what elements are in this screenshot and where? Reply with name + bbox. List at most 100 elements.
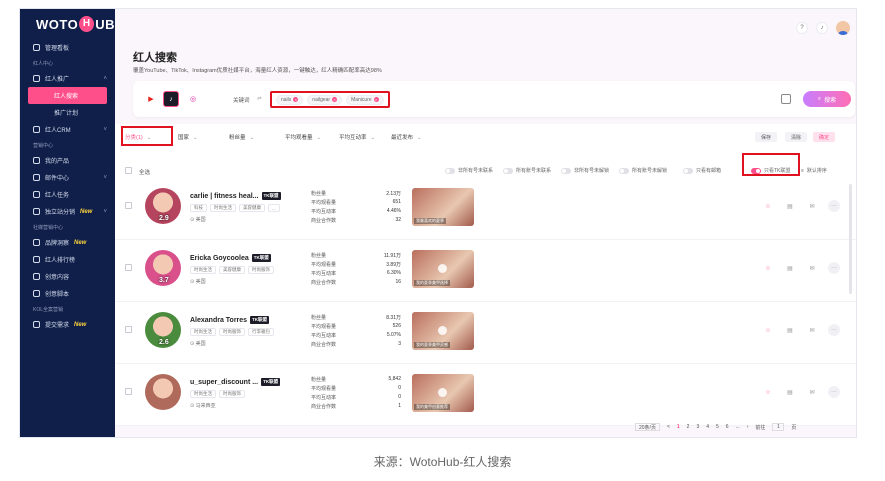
filter-dropdown[interactable]: 粉丝量 ⌄: [229, 133, 254, 141]
keyword-tag[interactable]: nails ×: [276, 94, 304, 105]
favorite-star-icon[interactable]: ☆: [762, 262, 774, 274]
page-number[interactable]: 1: [677, 424, 680, 430]
wotohub-logo[interactable]: WOTO H UB: [20, 9, 115, 39]
influencer-name[interactable]: carlie | fitness heal... TK联盟: [190, 192, 281, 200]
save-button[interactable]: 保存: [755, 132, 778, 142]
avatar[interactable]: [836, 21, 850, 35]
youtube-icon[interactable]: ▶: [143, 91, 159, 107]
sidebar-item[interactable]: 邮件中心 ˅: [20, 169, 115, 186]
mail-icon[interactable]: ✉: [806, 386, 818, 398]
mail-icon[interactable]: ✉: [806, 262, 818, 274]
filter-dropdown[interactable]: 平均互动率 ⌄: [339, 133, 375, 141]
goto-page-input[interactable]: 1: [772, 423, 785, 431]
sidebar-item[interactable]: 创意内容: [20, 268, 115, 285]
note-icon[interactable]: ▤: [784, 200, 796, 212]
sidebar-item[interactable]: 品牌洞察 New: [20, 234, 115, 251]
table-row[interactable]: 2.6 Alexandra Torres TK联盟 时尚生活 时尚服饰 行李箱包 ⊙ 美国 粉…: [115, 302, 856, 364]
row-checkbox[interactable]: [125, 202, 132, 209]
calendar-icon[interactable]: [781, 94, 791, 104]
confirm-button[interactable]: 确定: [813, 132, 836, 142]
sidebar-item[interactable]: 红人排行榜: [20, 251, 115, 268]
favorite-star-icon[interactable]: ☆: [762, 324, 774, 336]
bell-icon[interactable]: ♪: [816, 22, 828, 34]
filter-toggle[interactable]: ≡ 默认排序: [801, 167, 827, 175]
row-checkbox[interactable]: [125, 388, 132, 395]
filter-dropdown[interactable]: 平均观看量 ⌄: [285, 133, 321, 141]
page-number[interactable]: 6: [726, 424, 729, 430]
page-subtitle: 覆盖YouTube、TikTok、Instagram优质社媒平台，海量红人资源，…: [133, 68, 382, 74]
tiktok-icon[interactable]: ♪: [163, 91, 179, 107]
swap-icon[interactable]: ⇌: [257, 96, 262, 102]
filter-toggle[interactable]: 非所有号未联系: [445, 167, 493, 174]
page-number[interactable]: ›: [747, 424, 749, 430]
toggle-switch[interactable]: [683, 167, 693, 174]
note-icon[interactable]: ▤: [784, 324, 796, 336]
note-icon[interactable]: ▤: [784, 262, 796, 274]
sidebar-item[interactable]: 独立站分销 New ˅: [20, 203, 115, 220]
search-button[interactable]: ⌕ 搜索: [803, 91, 851, 107]
instagram-icon[interactable]: ◎: [185, 91, 201, 107]
close-icon[interactable]: ×: [373, 97, 379, 102]
sidebar-item[interactable]: 管理看板: [20, 39, 115, 56]
page-number[interactable]: ...: [736, 424, 740, 430]
close-icon[interactable]: ×: [293, 97, 299, 102]
page-number[interactable]: 4: [706, 424, 709, 430]
sidebar-item[interactable]: 红人CRM ˅: [20, 121, 115, 138]
page-number[interactable]: 3: [696, 424, 699, 430]
toggle-switch[interactable]: [619, 167, 629, 174]
sidebar-item[interactable]: 我的产品: [20, 152, 115, 169]
influencer-country: ⊙ 美国: [190, 216, 206, 223]
video-thumbnail[interactable]: 我的夏季美甲灵感: [412, 312, 474, 350]
note-icon[interactable]: ▤: [784, 386, 796, 398]
filter-toggle[interactable]: 只看有邮箱: [683, 167, 721, 174]
filter-toggle[interactable]: 所有账号未联系: [503, 167, 551, 174]
video-thumbnail[interactable]: 我最喜欢的夏季: [412, 188, 474, 226]
select-all-checkbox[interactable]: [125, 167, 132, 174]
video-thumbnail[interactable]: 我的美甲创意推荐: [412, 374, 474, 412]
filter-dropdown[interactable]: 分类(1) ⌄: [125, 133, 151, 141]
video-thumbnail[interactable]: 我的夏季美甲选择: [412, 250, 474, 288]
page-size-select[interactable]: 20条/页: [635, 423, 660, 431]
keyword-tag[interactable]: nailgear ×: [307, 94, 343, 105]
toggle-switch[interactable]: [561, 167, 571, 174]
more-icon[interactable]: ···: [828, 386, 840, 398]
sidebar-item[interactable]: 提交需求 New: [20, 316, 115, 333]
table-row[interactable]: 3.7 Ericka Goycoolea TK联盟 时尚生活 美容健康 时尚服饰 ⊙ 美国 粉…: [115, 240, 856, 302]
close-icon[interactable]: ×: [332, 97, 338, 102]
filter-toggle[interactable]: 非所有号未解锁: [561, 167, 609, 174]
keyword-tags-input[interactable]: nails × nailgear × Manicure ×: [270, 91, 390, 108]
table-row[interactable]: 2.9 carlie | fitness heal... TK联盟 科技 时尚生活 美容健…: [115, 178, 856, 240]
influencer-name[interactable]: u_super_discount ... TK联盟: [190, 378, 281, 386]
mail-icon[interactable]: ✉: [806, 324, 818, 336]
sidebar-subitem[interactable]: 推广计划: [20, 104, 115, 121]
page-number[interactable]: 2: [687, 424, 690, 430]
toggle-switch[interactable]: [503, 167, 513, 174]
page-number[interactable]: 5: [716, 424, 719, 430]
favorite-star-icon[interactable]: ☆: [762, 200, 774, 212]
more-icon[interactable]: ···: [828, 200, 840, 212]
sidebar-item[interactable]: 红人任务: [20, 186, 115, 203]
filter-dropdown[interactable]: 最近发布 ⌄: [391, 133, 422, 141]
influencer-avatar[interactable]: [145, 374, 181, 410]
filter-dropdown[interactable]: 国家 ⌄: [178, 133, 198, 141]
scrollbar[interactable]: [849, 184, 852, 294]
table-row[interactable]: u_super_discount ... TK联盟 时尚生活 时尚服饰 ⊙ 马来西亚 粉丝…: [115, 364, 856, 426]
more-icon[interactable]: ···: [828, 262, 840, 274]
more-icon[interactable]: ···: [828, 324, 840, 336]
sidebar-subitem[interactable]: 红人搜索: [28, 87, 107, 104]
influencer-name[interactable]: Ericka Goycoolea TK联盟: [190, 254, 271, 262]
row-checkbox[interactable]: [125, 326, 132, 333]
toggle-switch[interactable]: [445, 167, 455, 174]
mail-icon[interactable]: ✉: [806, 200, 818, 212]
clear-button[interactable]: 清除: [785, 132, 808, 142]
prev-page-button[interactable]: <: [667, 424, 670, 430]
sidebar-item[interactable]: 创意脚本: [20, 285, 115, 302]
favorite-star-icon[interactable]: ☆: [762, 386, 774, 398]
filter-toggle[interactable]: 所有账号未解锁: [619, 167, 667, 174]
row-checkbox[interactable]: [125, 264, 132, 271]
keyword-tag[interactable]: Manicure ×: [346, 94, 384, 105]
influencer-name[interactable]: Alexandra Torres TK联盟: [190, 316, 270, 324]
sidebar-item[interactable]: 红人推广 ˄: [20, 70, 115, 87]
help-icon[interactable]: ?: [796, 22, 808, 34]
stat-value: 2.13万: [386, 191, 401, 197]
